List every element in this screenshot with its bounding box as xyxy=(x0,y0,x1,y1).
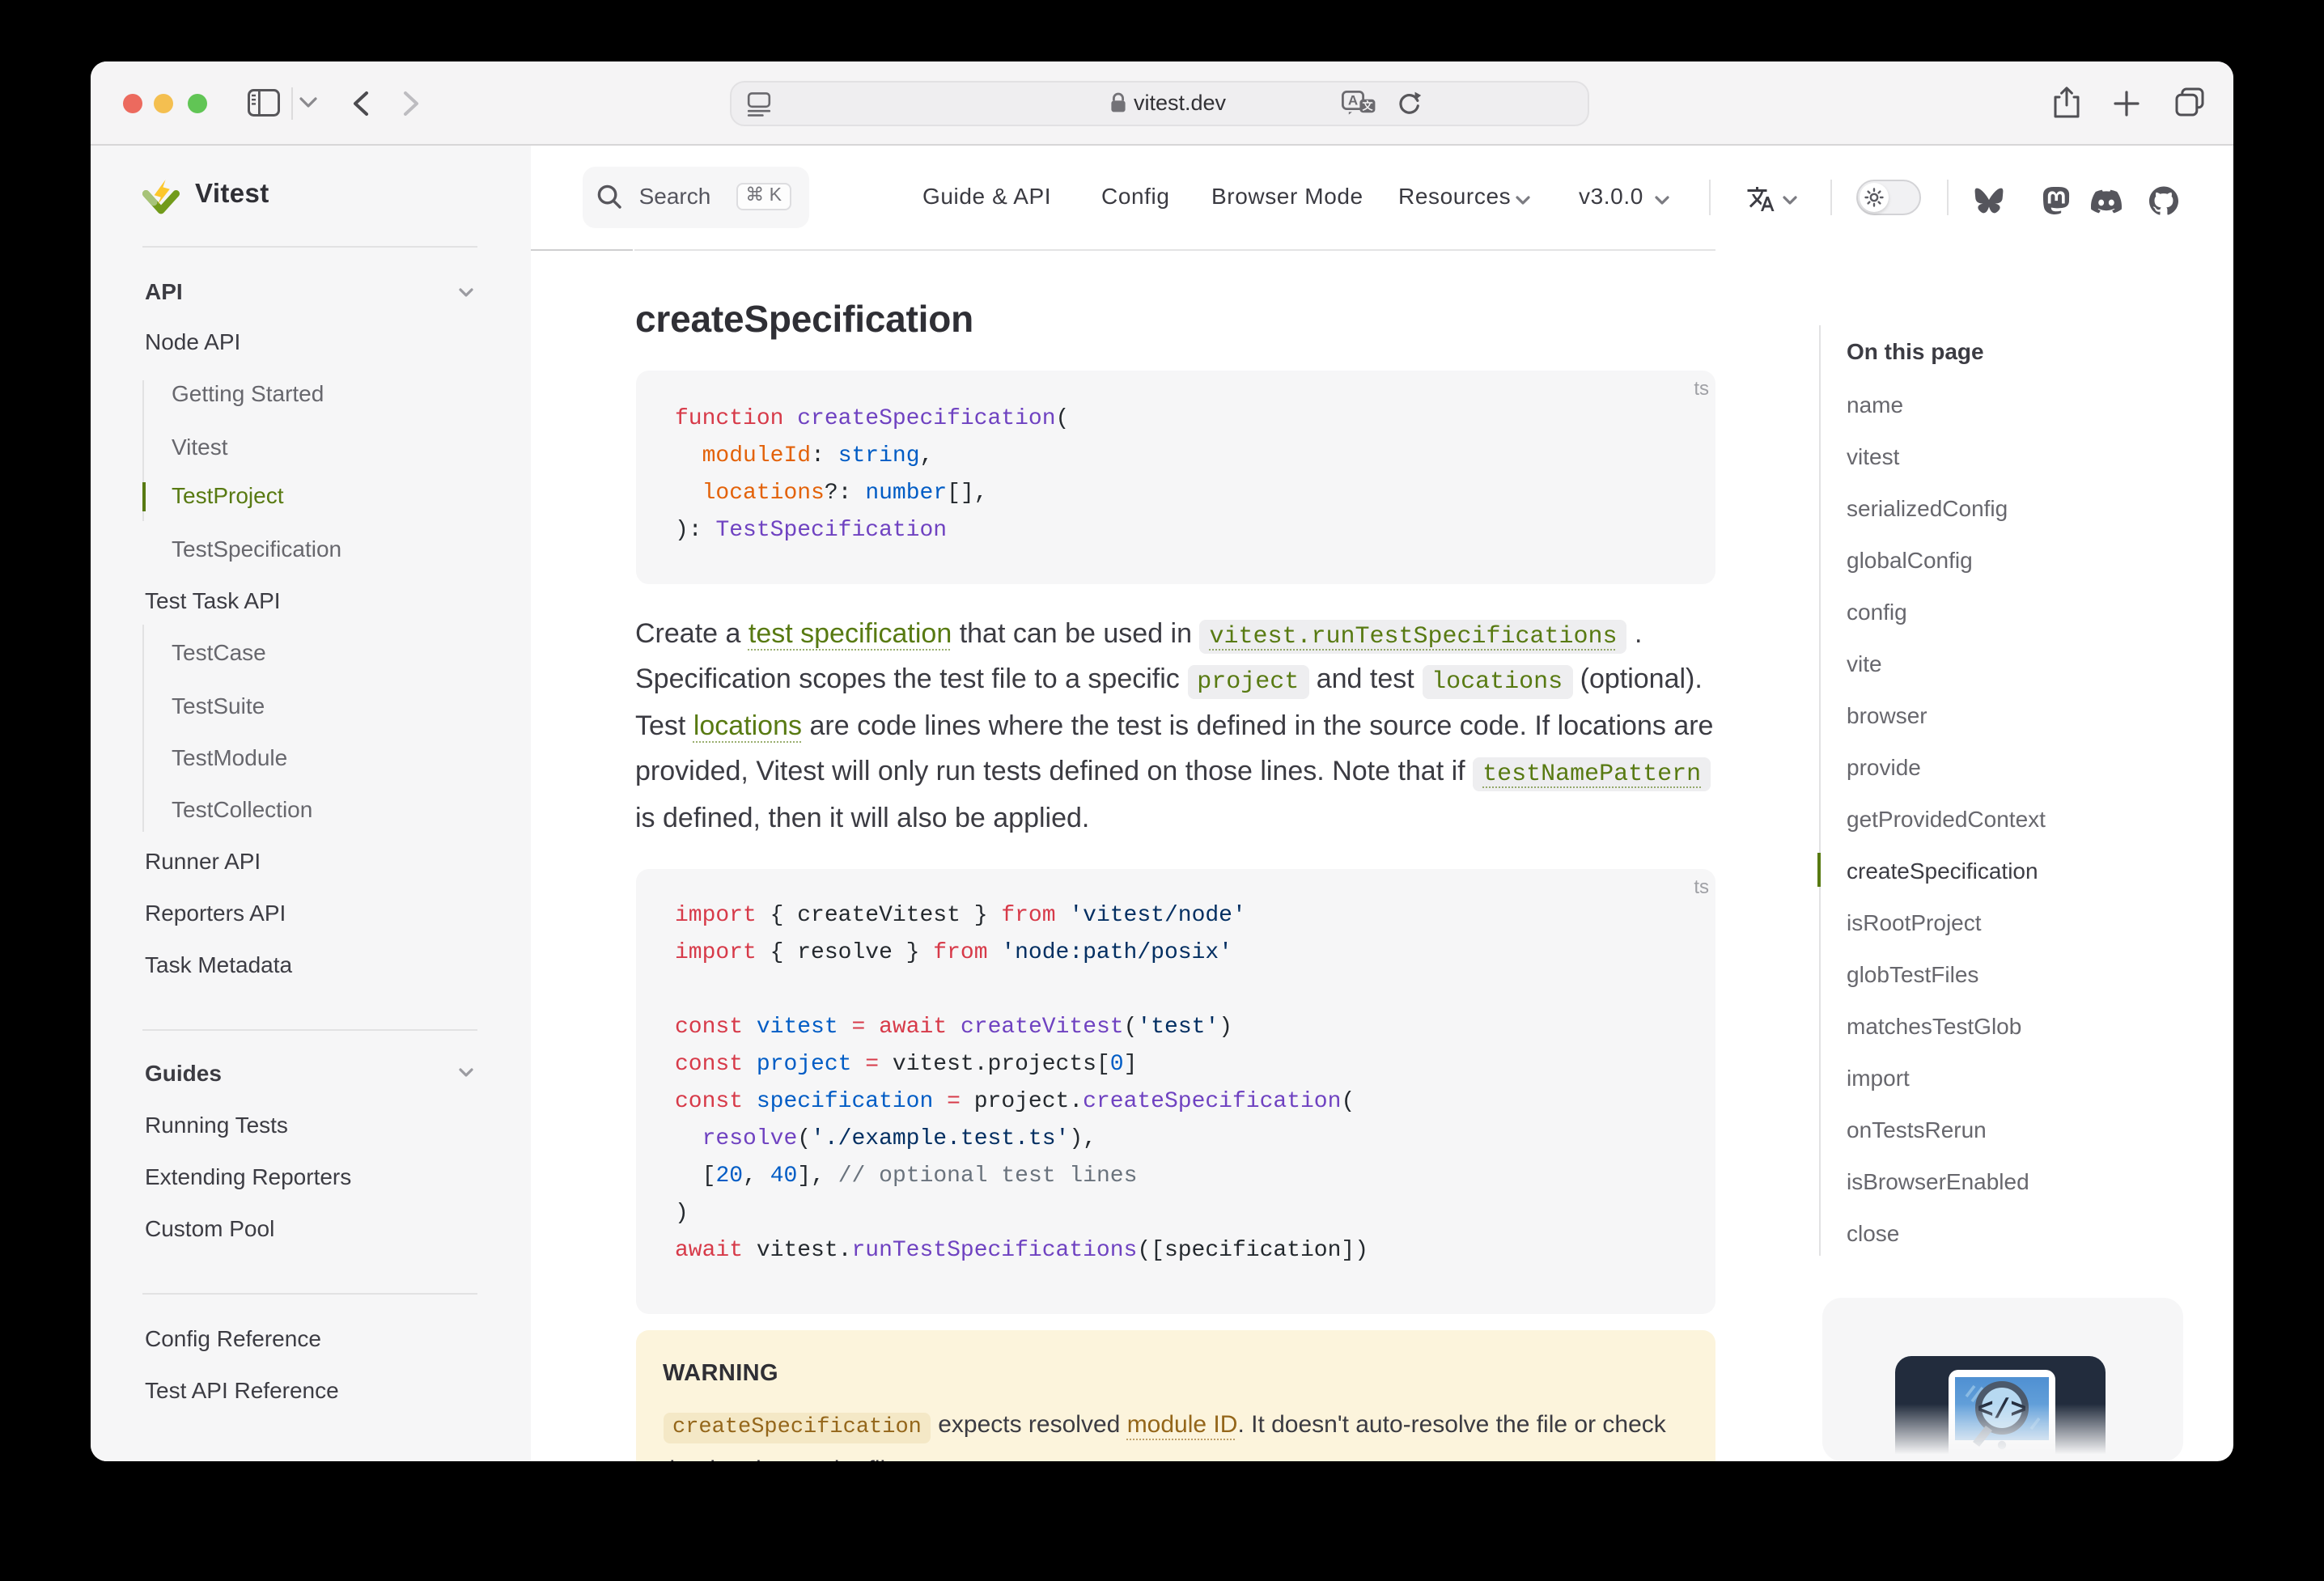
svg-text:A: A xyxy=(1348,93,1358,108)
svg-text:文: 文 xyxy=(1362,100,1373,112)
svg-text:</>: </> xyxy=(1977,1396,2026,1426)
